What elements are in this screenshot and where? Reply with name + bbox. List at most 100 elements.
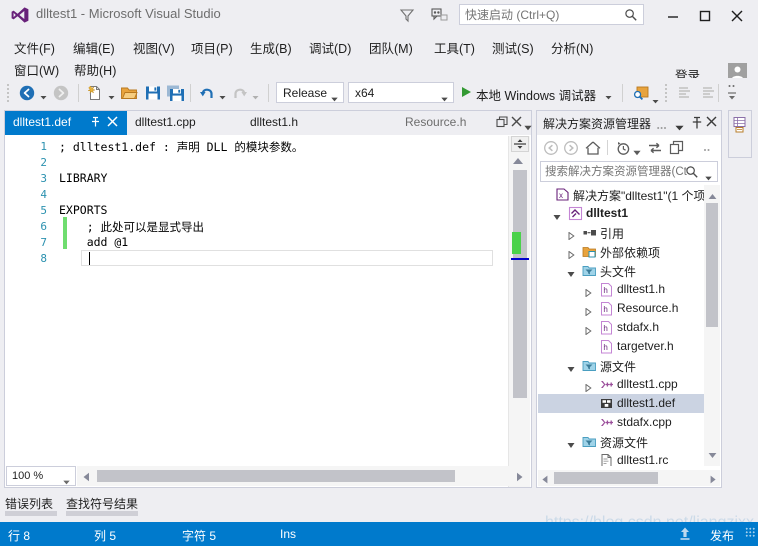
tree-item-dlltest1-rc[interactable]: dlltest1.rc	[538, 451, 720, 466]
toolbar-grip[interactable]	[664, 83, 668, 103]
menu-debug[interactable]: 调试(D)	[303, 35, 357, 60]
chevron-down-icon[interactable]	[633, 145, 641, 156]
expanded-twisty-icon[interactable]	[567, 438, 575, 448]
publish-label[interactable]: 发布	[710, 527, 734, 544]
collapsed-twisty-icon[interactable]	[584, 286, 592, 298]
pin-icon[interactable]	[691, 116, 703, 133]
close-icon[interactable]	[511, 116, 522, 130]
collapse-all-icon[interactable]	[669, 140, 685, 156]
scroll-left-arrow[interactable]	[82, 471, 91, 485]
quick-launch-box[interactable]	[459, 4, 644, 25]
close-button[interactable]	[722, 0, 752, 30]
redo-dropdown[interactable]	[252, 90, 259, 100]
search-icon[interactable]	[624, 8, 638, 22]
solution-explorer-vertical-scrollbar[interactable]	[704, 185, 720, 466]
find-in-files-icon[interactable]	[632, 84, 650, 102]
tree-item-targetver-h[interactable]: h targetver.h	[538, 337, 720, 356]
tree-item-header-files[interactable]: 头文件	[538, 261, 720, 280]
toolbar-overflow-button[interactable]	[726, 82, 738, 104]
new-project-icon[interactable]	[86, 84, 104, 102]
tree-item-external-dependencies[interactable]: 外部依赖项	[538, 242, 720, 261]
forward-icon[interactable]	[563, 140, 579, 156]
editor-tab-dlltest1-def[interactable]: dlltest1.def	[5, 111, 127, 135]
menu-view[interactable]: 视图(V)	[127, 35, 181, 60]
horizontal-scroll-thumb[interactable]	[554, 472, 658, 484]
code-editor[interactable]: 1 ; dlltest1.def : 声明 DLL 的模块参数。 2 3 LIB…	[5, 136, 510, 487]
solution-explorer-horizontal-scrollbar[interactable]	[538, 470, 720, 486]
save-all-icon[interactable]	[166, 84, 184, 102]
close-icon[interactable]	[706, 116, 717, 130]
collapsed-twisty-icon[interactable]	[584, 305, 592, 317]
tree-item-project-dlltest1[interactable]: dlltest1	[538, 204, 720, 223]
minimize-button[interactable]	[658, 0, 688, 30]
comment-icon[interactable]	[676, 84, 694, 102]
pin-icon[interactable]	[89, 116, 101, 131]
tree-item-source-files[interactable]: 源文件	[538, 356, 720, 375]
scroll-right-arrow[interactable]	[709, 473, 717, 487]
editor-vertical-scrollbar[interactable]	[508, 136, 530, 487]
chevron-down-icon[interactable]	[675, 120, 684, 134]
filter-icon[interactable]	[398, 6, 416, 24]
scroll-up-arrow[interactable]	[708, 189, 717, 203]
search-icon[interactable]	[685, 165, 699, 182]
bottom-tab-find-symbol-results[interactable]: 查找符号结果	[66, 492, 142, 516]
collapsed-twisty-icon[interactable]	[567, 229, 575, 241]
editor-tab-dlltest1-cpp[interactable]: dlltest1.cpp	[127, 111, 239, 135]
expanded-twisty-icon[interactable]	[553, 210, 561, 220]
collapsed-twisty-icon[interactable]	[567, 248, 575, 260]
vertical-scroll-thumb[interactable]	[706, 203, 718, 327]
menu-team[interactable]: 团队(M)	[363, 35, 419, 60]
tree-item-stdafx-h[interactable]: h stdafx.h	[538, 318, 720, 337]
scroll-right-arrow[interactable]	[515, 471, 524, 485]
overflow-icon[interactable]	[703, 142, 719, 158]
quick-launch-input[interactable]	[460, 5, 619, 24]
split-view-handle[interactable]	[511, 136, 529, 152]
send-feedback-icon[interactable]	[430, 6, 450, 24]
pending-changes-icon[interactable]	[615, 140, 631, 156]
navigate-back-icon[interactable]	[18, 84, 36, 102]
resize-grip[interactable]	[745, 527, 755, 537]
solution-explorer-search-box[interactable]	[540, 161, 718, 182]
editor-tab-resource-h[interactable]: Resource.h	[405, 111, 493, 135]
tree-item-dlltest1-def[interactable]: dlltest1.def	[538, 394, 720, 413]
undo-dropdown[interactable]	[219, 90, 226, 100]
solution-platform-select[interactable]: x64	[348, 82, 454, 103]
start-debugging-dropdown[interactable]	[605, 90, 612, 100]
sync-icon[interactable]	[647, 140, 663, 156]
find-dropdown[interactable]	[652, 94, 659, 104]
home-icon[interactable]	[585, 140, 601, 156]
bottom-tab-error-list[interactable]: 错误列表	[5, 492, 61, 516]
menu-build[interactable]: 生成(B)	[244, 35, 298, 60]
expanded-twisty-icon[interactable]	[567, 362, 575, 372]
new-project-dropdown[interactable]	[108, 90, 115, 100]
float-icon[interactable]	[657, 120, 667, 134]
menu-tools[interactable]: 工具(T)	[428, 35, 481, 60]
publish-icon[interactable]	[678, 526, 692, 544]
save-icon[interactable]	[144, 84, 162, 102]
close-icon[interactable]	[107, 116, 118, 130]
uncomment-icon[interactable]	[698, 84, 716, 102]
tree-item-resource-h[interactable]: h Resource.h	[538, 299, 720, 318]
editor-tab-dlltest1-h[interactable]: dlltest1.h	[239, 111, 345, 135]
tree-item-solution[interactable]: x 解决方案"dlltest1"(1 个项	[538, 185, 720, 204]
editor-zoom-select[interactable]: 100 %	[6, 466, 76, 486]
maximize-button[interactable]	[690, 0, 720, 30]
scroll-left-arrow[interactable]	[541, 473, 549, 487]
solution-configuration-select[interactable]: Release	[276, 82, 344, 103]
expanded-twisty-icon[interactable]	[567, 267, 575, 277]
scroll-up-arrow[interactable]	[513, 158, 523, 164]
navigate-forward-icon[interactable]	[52, 84, 70, 102]
collapsed-twisty-icon[interactable]	[584, 381, 592, 393]
open-file-icon[interactable]	[120, 84, 138, 102]
back-icon[interactable]	[543, 140, 559, 156]
undo-icon[interactable]	[198, 84, 216, 102]
tree-item-references[interactable]: 引用	[538, 223, 720, 242]
collapsed-twisty-icon[interactable]	[584, 324, 592, 336]
vertical-scroll-thumb[interactable]	[513, 170, 527, 398]
tree-item-dlltest1-cpp[interactable]: dlltest1.cpp	[538, 375, 720, 394]
navigate-back-dropdown[interactable]	[40, 90, 47, 100]
chevron-down-icon[interactable]	[705, 170, 712, 184]
tab-list-icon[interactable]	[524, 120, 532, 134]
menu-project[interactable]: 项目(P)	[185, 35, 239, 60]
solution-tree[interactable]: x 解决方案"dlltest1"(1 个项 dlltest1 引用 外部依赖项 …	[538, 185, 720, 466]
